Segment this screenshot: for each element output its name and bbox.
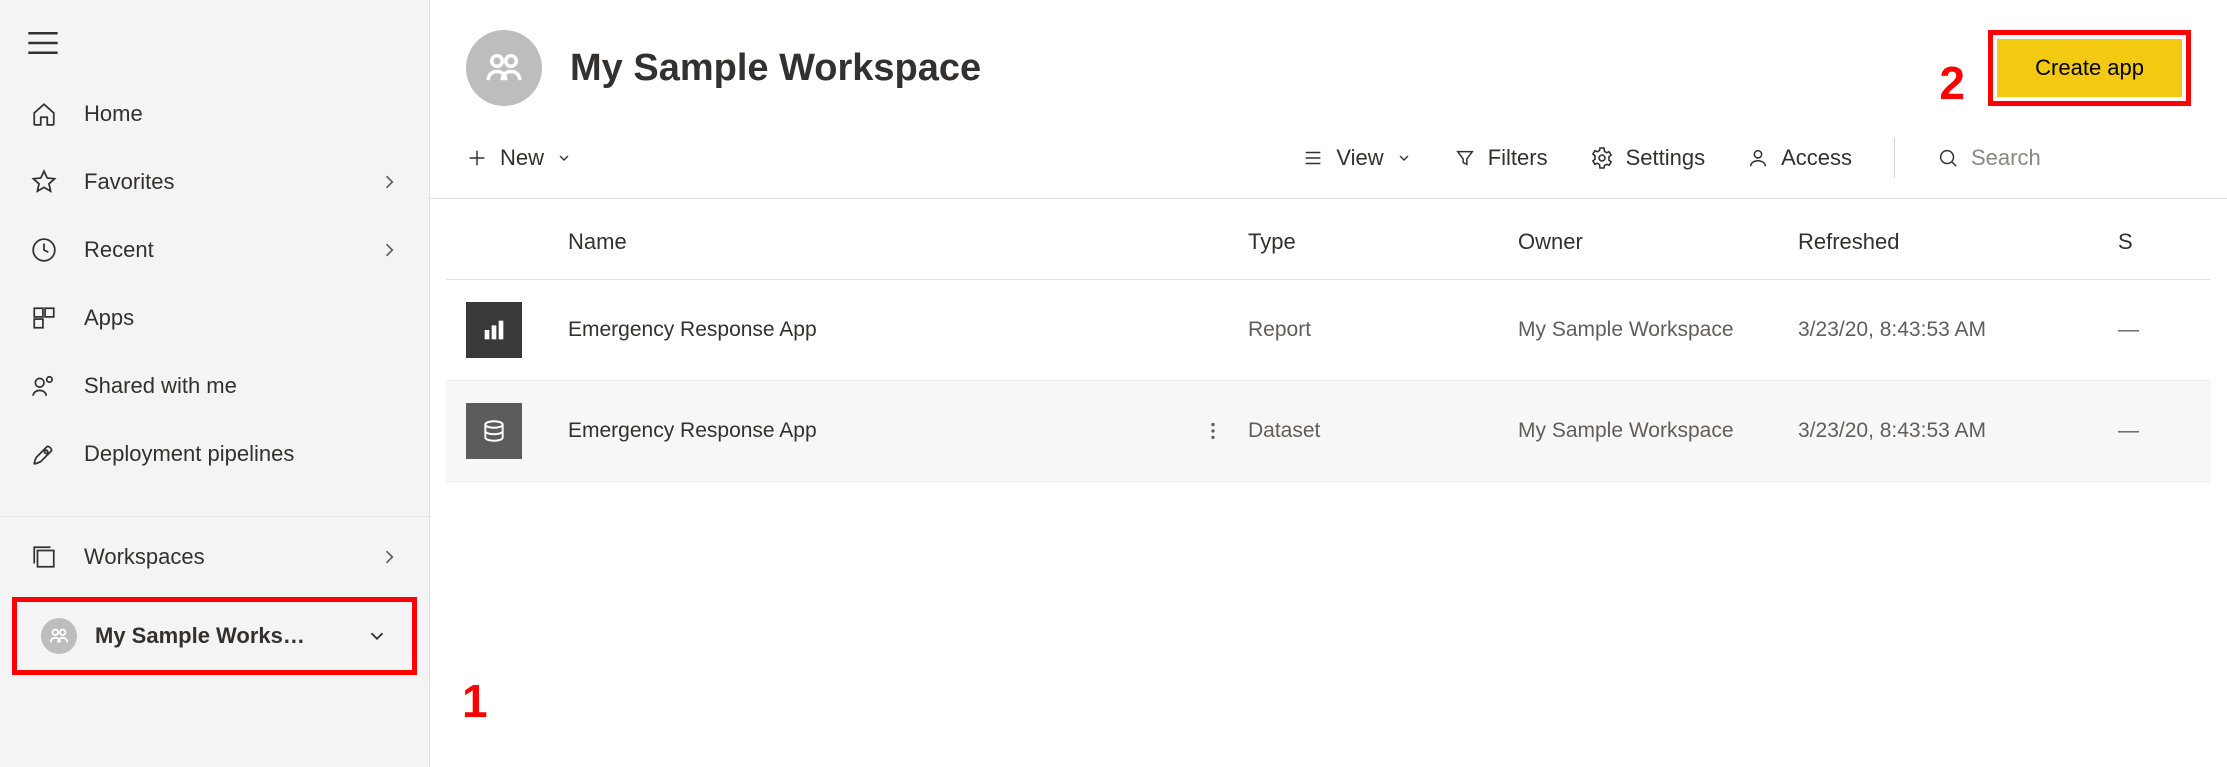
- report-icon: [466, 302, 522, 358]
- toolbar-label: New: [500, 145, 544, 171]
- sidebar-item-recent[interactable]: Recent: [0, 216, 429, 284]
- chevron-right-icon: [379, 172, 399, 192]
- table-row[interactable]: Emergency Response App Dataset My Sample…: [446, 381, 2211, 482]
- filter-icon: [1454, 147, 1476, 169]
- chevron-down-icon: [1396, 150, 1412, 166]
- chevron-down-icon: [366, 625, 388, 647]
- sidebar-item-pipelines[interactable]: Deployment pipelines: [0, 420, 429, 488]
- sidebar-item-favorites[interactable]: Favorites: [0, 148, 429, 216]
- access-button[interactable]: Access: [1747, 145, 1852, 171]
- search-group[interactable]: [1937, 145, 2191, 171]
- toolbar-label: Filters: [1488, 145, 1548, 171]
- sidebar-item-label: Home: [84, 101, 399, 127]
- view-button[interactable]: View: [1302, 145, 1411, 171]
- workspace-avatar-icon: [466, 30, 542, 106]
- toolbar: New View Filters Settings Access: [430, 116, 2227, 199]
- current-workspace-selector[interactable]: My Sample Works…: [12, 597, 417, 675]
- sidebar: Home Favorites Recent Apps: [0, 0, 430, 767]
- sidebar-item-label: Recent: [84, 237, 379, 263]
- new-button[interactable]: New: [466, 145, 572, 171]
- search-input[interactable]: [1971, 145, 2191, 171]
- person-icon: [1747, 147, 1769, 169]
- col-header-refreshed[interactable]: Refreshed: [1786, 199, 2106, 280]
- workspace-avatar-icon: [41, 618, 77, 654]
- home-icon: [30, 100, 58, 128]
- sidebar-item-label: Shared with me: [84, 373, 399, 399]
- sidebar-item-label: Apps: [84, 305, 399, 331]
- col-header-type[interactable]: Type: [1236, 199, 1506, 280]
- dataset-icon: [466, 403, 522, 459]
- item-sensitivity: —: [2106, 381, 2211, 482]
- apps-icon: [30, 304, 58, 332]
- star-icon: [30, 168, 58, 196]
- more-options-button[interactable]: [1202, 420, 1224, 442]
- workspace-header: My Sample Workspace Create app: [430, 30, 2227, 116]
- shared-icon: [30, 372, 58, 400]
- content-table: Name Type Owner Refreshed S: [430, 199, 2227, 482]
- hamburger-button[interactable]: [0, 24, 429, 80]
- item-owner: My Sample Workspace: [1506, 280, 1786, 381]
- item-refreshed: 3/23/20, 8:43:53 AM: [1786, 280, 2106, 381]
- sidebar-item-home[interactable]: Home: [0, 80, 429, 148]
- create-app-button[interactable]: Create app: [1997, 39, 2182, 97]
- create-app-highlight: Create app: [1988, 30, 2191, 106]
- chevron-right-icon: [379, 547, 399, 567]
- col-header-owner[interactable]: Owner: [1506, 199, 1786, 280]
- plus-icon: [466, 147, 488, 169]
- toolbar-label: Access: [1781, 145, 1852, 171]
- item-name: Emergency Response App: [568, 419, 817, 443]
- list-icon: [1302, 147, 1324, 169]
- item-type: Report: [1236, 280, 1506, 381]
- toolbar-label: View: [1336, 145, 1383, 171]
- toolbar-label: Settings: [1626, 145, 1706, 171]
- sidebar-item-apps[interactable]: Apps: [0, 284, 429, 352]
- sidebar-item-label: Deployment pipelines: [84, 441, 399, 467]
- sidebar-item-workspaces[interactable]: Workspaces: [0, 523, 429, 591]
- sidebar-item-label: Favorites: [84, 169, 379, 195]
- chevron-right-icon: [379, 240, 399, 260]
- item-sensitivity: —: [2106, 280, 2211, 381]
- toolbar-divider: [1894, 138, 1895, 178]
- clock-icon: [30, 236, 58, 264]
- item-name: Emergency Response App: [568, 318, 817, 342]
- main-content: My Sample Workspace Create app New View …: [430, 0, 2227, 767]
- sidebar-item-shared[interactable]: Shared with me: [0, 352, 429, 420]
- item-refreshed: 3/23/20, 8:43:53 AM: [1786, 381, 2106, 482]
- search-icon: [1937, 147, 1959, 169]
- workspace-title: My Sample Workspace: [570, 47, 1988, 90]
- item-type: Dataset: [1236, 381, 1506, 482]
- table-row[interactable]: Emergency Response App Report My Sample …: [446, 280, 2211, 381]
- chevron-down-icon: [556, 150, 572, 166]
- filters-button[interactable]: Filters: [1454, 145, 1548, 171]
- current-workspace-label: My Sample Works…: [95, 623, 366, 649]
- col-header-sensitivity[interactable]: S: [2106, 199, 2211, 280]
- rocket-icon: [30, 440, 58, 468]
- col-header-name[interactable]: Name: [556, 199, 1236, 280]
- gear-icon: [1590, 146, 1614, 170]
- item-owner: My Sample Workspace: [1506, 381, 1786, 482]
- sidebar-item-label: Workspaces: [84, 544, 379, 570]
- workspaces-icon: [30, 543, 58, 571]
- settings-button[interactable]: Settings: [1590, 145, 1706, 171]
